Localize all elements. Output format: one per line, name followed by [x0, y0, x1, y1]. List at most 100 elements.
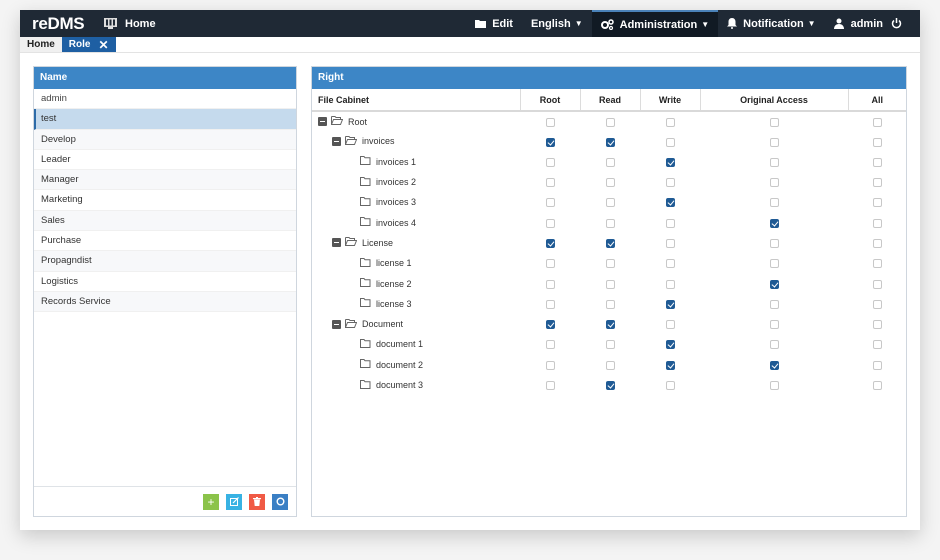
permission-checkbox-write[interactable]: [665, 299, 675, 309]
role-item[interactable]: Marketing: [34, 190, 296, 211]
permission-checkbox-write[interactable]: [665, 360, 675, 370]
role-item[interactable]: Develop: [34, 129, 296, 150]
permission-checkbox-root[interactable]: [545, 178, 555, 188]
role-item[interactable]: test: [34, 109, 296, 130]
tree-node[interactable]: invoices 4: [312, 217, 520, 228]
permission-checkbox-write[interactable]: [665, 198, 675, 208]
delete-role-button[interactable]: [249, 493, 265, 510]
tree-node[interactable]: license 1: [312, 257, 520, 269]
permission-checkbox-read[interactable]: [605, 238, 615, 248]
collapse-toggle-icon[interactable]: [332, 136, 341, 146]
permission-checkbox-write[interactable]: [665, 157, 675, 167]
tree-node[interactable]: Document: [312, 318, 520, 330]
permission-checkbox-all[interactable]: [872, 279, 882, 289]
tab-home[interactable]: Home: [20, 37, 62, 52]
permission-checkbox-write[interactable]: [665, 259, 675, 269]
logout-button[interactable]: [887, 10, 920, 37]
permission-checkbox-write[interactable]: [665, 279, 675, 289]
permission-checkbox-all[interactable]: [872, 117, 882, 127]
permission-checkbox-read[interactable]: [605, 117, 615, 127]
permission-checkbox-all[interactable]: [872, 340, 882, 350]
brand-logo[interactable]: reDMS: [20, 14, 104, 34]
permission-checkbox-original-access[interactable]: [769, 320, 779, 330]
permission-checkbox-all[interactable]: [872, 157, 882, 167]
permission-checkbox-original-access[interactable]: [769, 218, 779, 228]
permission-checkbox-read[interactable]: [605, 259, 615, 269]
permission-checkbox-root[interactable]: [545, 117, 555, 127]
refresh-button[interactable]: [272, 493, 288, 510]
collapse-toggle-icon[interactable]: [332, 238, 341, 248]
add-role-button[interactable]: +: [203, 493, 219, 510]
permission-checkbox-all[interactable]: [872, 299, 882, 309]
edit-role-button[interactable]: [226, 493, 242, 510]
notification-dropdown[interactable]: Notification ▼: [718, 10, 824, 37]
tree-node[interactable]: license 3: [312, 298, 520, 309]
permission-checkbox-write[interactable]: [665, 381, 675, 391]
permission-checkbox-root[interactable]: [545, 157, 555, 167]
language-dropdown[interactable]: English ▼: [522, 10, 592, 37]
permission-checkbox-read[interactable]: [605, 320, 615, 330]
permission-checkbox-all[interactable]: [872, 137, 882, 147]
permission-checkbox-root[interactable]: [545, 381, 555, 391]
permission-checkbox-root[interactable]: [545, 299, 555, 309]
role-item[interactable]: Records Service: [34, 291, 296, 313]
tree-node[interactable]: document 2: [312, 359, 520, 370]
tree-node[interactable]: invoices 3: [312, 196, 520, 208]
permission-checkbox-read[interactable]: [605, 198, 615, 208]
permission-checkbox-write[interactable]: [665, 340, 675, 350]
permission-checkbox-original-access[interactable]: [769, 299, 779, 309]
permission-checkbox-all[interactable]: [872, 238, 882, 248]
permission-checkbox-read[interactable]: [605, 279, 615, 289]
permission-checkbox-root[interactable]: [545, 360, 555, 370]
permission-checkbox-root[interactable]: [545, 340, 555, 350]
permission-checkbox-all[interactable]: [872, 320, 882, 330]
role-item[interactable]: Propagndist: [34, 251, 296, 272]
collapse-toggle-icon[interactable]: [332, 319, 341, 329]
permission-checkbox-read[interactable]: [605, 178, 615, 188]
permission-checkbox-all[interactable]: [872, 381, 882, 391]
permission-checkbox-read[interactable]: [605, 218, 615, 228]
tree-node[interactable]: License: [312, 237, 520, 248]
collapse-toggle-icon[interactable]: [318, 117, 327, 127]
permission-checkbox-original-access[interactable]: [769, 137, 779, 147]
tree-node[interactable]: license 2: [312, 278, 520, 289]
permission-checkbox-original-access[interactable]: [769, 259, 779, 269]
permission-checkbox-read[interactable]: [605, 137, 615, 147]
permission-checkbox-read[interactable]: [605, 340, 615, 350]
role-item[interactable]: Leader: [34, 149, 296, 171]
role-item[interactable]: Logistics: [34, 271, 296, 292]
permission-checkbox-write[interactable]: [665, 178, 675, 188]
permission-checkbox-original-access[interactable]: [769, 279, 779, 289]
permission-checkbox-root[interactable]: [545, 259, 555, 269]
permission-checkbox-write[interactable]: [665, 117, 675, 127]
permission-checkbox-all[interactable]: [872, 360, 882, 370]
permission-checkbox-original-access[interactable]: [769, 238, 779, 248]
user-menu[interactable]: admin: [825, 10, 887, 37]
permission-checkbox-root[interactable]: [545, 198, 555, 208]
permission-checkbox-write[interactable]: [665, 218, 675, 228]
tree-node[interactable]: document 3: [312, 379, 520, 391]
close-tab-icon[interactable]: ✕: [98, 37, 108, 53]
permission-checkbox-original-access[interactable]: [769, 360, 779, 370]
nav-edit[interactable]: Edit: [466, 10, 522, 37]
permission-checkbox-original-access[interactable]: [769, 157, 779, 167]
permission-checkbox-original-access[interactable]: [769, 198, 779, 208]
permission-checkbox-write[interactable]: [665, 238, 675, 248]
role-item[interactable]: Purchase: [34, 231, 296, 252]
permission-checkbox-root[interactable]: [545, 320, 555, 330]
permission-checkbox-all[interactable]: [872, 198, 882, 208]
tab-role[interactable]: Role ✕: [61, 37, 116, 53]
permission-checkbox-write[interactable]: [665, 137, 675, 147]
permission-checkbox-write[interactable]: [665, 320, 675, 330]
role-item[interactable]: Manager: [34, 170, 296, 191]
tree-node[interactable]: invoices 1: [312, 156, 520, 167]
permission-checkbox-original-access[interactable]: [769, 178, 779, 188]
tree-node[interactable]: document 1: [312, 338, 520, 350]
permission-checkbox-original-access[interactable]: [769, 381, 779, 391]
permission-checkbox-all[interactable]: [872, 218, 882, 228]
permission-checkbox-all[interactable]: [872, 178, 882, 188]
permission-checkbox-read[interactable]: [605, 360, 615, 370]
administration-dropdown[interactable]: Administration ▼: [591, 10, 719, 37]
permission-checkbox-read[interactable]: [605, 157, 615, 167]
role-item[interactable]: Sales: [34, 210, 296, 232]
